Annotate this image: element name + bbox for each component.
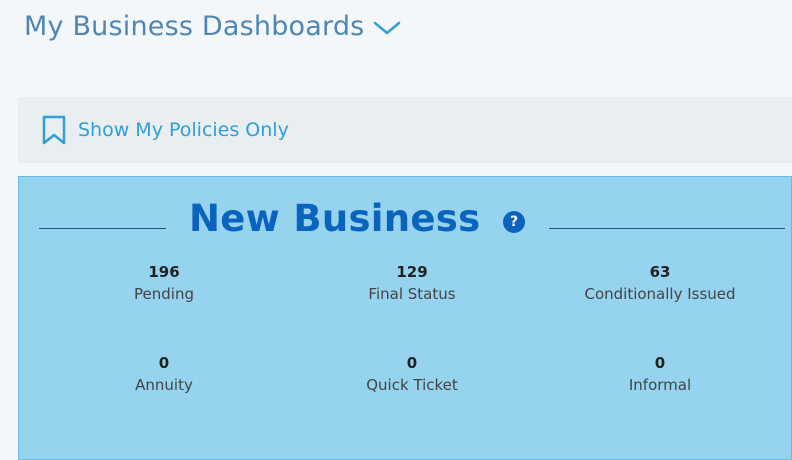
stat-label: Conditionally Issued bbox=[584, 285, 736, 303]
filter-bar: Show My Policies Only bbox=[18, 97, 792, 163]
title-divider-left bbox=[39, 228, 166, 229]
dashboard-title[interactable]: My Business Dashboards bbox=[24, 11, 364, 42]
stat-value: 0 bbox=[406, 354, 418, 372]
stat-conditionally-issued[interactable]: 63 Conditionally Issued bbox=[550, 263, 770, 303]
stat-final-status[interactable]: 129 Final Status bbox=[302, 263, 522, 303]
stat-annuity[interactable]: 0 Annuity bbox=[54, 354, 274, 394]
bookmark-icon[interactable] bbox=[40, 115, 68, 145]
stat-value: 196 bbox=[148, 263, 180, 281]
stat-value: 0 bbox=[158, 354, 170, 372]
new-business-card: New Business ? 196 Pending 129 Final Sta… bbox=[18, 176, 792, 460]
card-title-row: New Business ? bbox=[19, 189, 792, 245]
stat-pending[interactable]: 196 Pending bbox=[54, 263, 274, 303]
stat-label: Annuity bbox=[135, 376, 193, 394]
stat-value: 129 bbox=[396, 263, 428, 281]
stat-informal[interactable]: 0 Informal bbox=[550, 354, 770, 394]
chevron-down-icon[interactable] bbox=[372, 18, 402, 38]
help-icon[interactable]: ? bbox=[503, 211, 525, 233]
stat-label: Pending bbox=[134, 285, 194, 303]
stat-value: 63 bbox=[649, 263, 671, 281]
stat-label: Quick Ticket bbox=[366, 376, 458, 394]
stat-label: Informal bbox=[628, 376, 692, 394]
stat-quick-ticket[interactable]: 0 Quick Ticket bbox=[302, 354, 522, 394]
card-title: New Business bbox=[189, 197, 481, 240]
dashboard-header: My Business Dashboards bbox=[0, 0, 792, 60]
title-divider-right bbox=[549, 228, 785, 229]
stat-value: 0 bbox=[654, 354, 666, 372]
show-my-policies-toggle[interactable]: Show My Policies Only bbox=[78, 119, 289, 141]
stat-label: Final Status bbox=[368, 285, 456, 303]
